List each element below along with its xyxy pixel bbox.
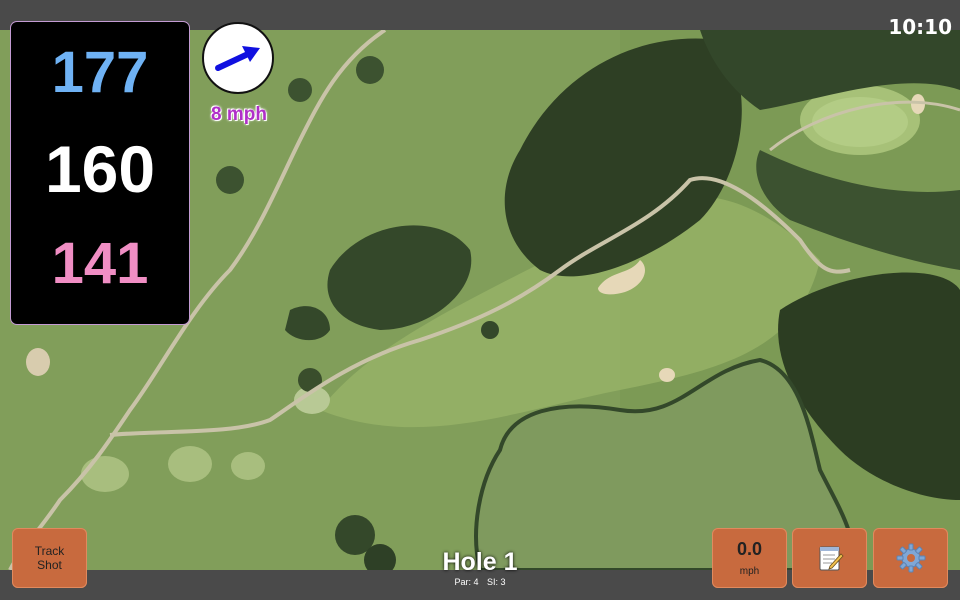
track-shot-button[interactable]: Track Shot xyxy=(12,528,87,588)
yardage-panel: 177 160 141 xyxy=(11,22,189,324)
wind-indicator xyxy=(202,22,274,94)
hole-meta: Par: 4 SI: 3 xyxy=(380,577,580,587)
clock: 10:10 xyxy=(888,15,952,39)
gear-icon xyxy=(896,543,925,573)
yardage-front: 141 xyxy=(51,231,149,296)
track-shot-label-2: Shot xyxy=(37,558,62,572)
speed-button[interactable]: 0.0 mph xyxy=(712,528,787,588)
yardage-back: 177 xyxy=(51,40,149,105)
notepad-icon xyxy=(819,546,844,571)
hole-title: Hole 1 xyxy=(442,548,518,576)
settings-button[interactable] xyxy=(873,528,948,588)
wind-speed-label: 8 mph xyxy=(211,104,267,125)
hole-par: Par: 4 xyxy=(454,577,479,587)
speed-unit: mph xyxy=(739,566,760,577)
notes-button[interactable] xyxy=(792,528,867,588)
yardage-middle: 160 xyxy=(44,132,156,206)
arrow-icon xyxy=(215,46,260,71)
track-shot-label-1: Track xyxy=(34,544,65,558)
hole-si: SI: 3 xyxy=(487,577,506,587)
speed-value: 0.0 xyxy=(736,539,763,559)
